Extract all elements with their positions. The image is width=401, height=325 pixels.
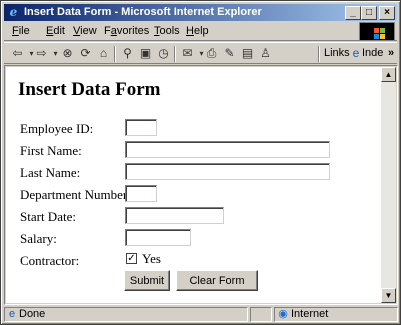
vertical-scrollbar[interactable]: ▲ ▼ xyxy=(381,67,396,303)
department-number-label: Department Number: xyxy=(20,187,131,202)
department-number-field[interactable] xyxy=(125,185,157,202)
contractor-label: Contractor: xyxy=(20,253,80,268)
toolbar-separator xyxy=(174,46,176,62)
toolbar-more-icon[interactable]: » xyxy=(388,47,394,59)
status-progress-cell xyxy=(250,307,272,322)
menu-bar: File Edit View Favorites Tools Help xyxy=(4,22,397,41)
messenger-icon[interactable]: ♙ xyxy=(258,46,273,61)
employee-id-label: Employee ID: xyxy=(20,121,94,136)
discuss-icon[interactable]: ▤ xyxy=(240,46,255,61)
menu-favorites[interactable]: Favorites xyxy=(104,25,149,37)
edit-icon[interactable]: ✎ xyxy=(222,46,237,61)
menu-edit[interactable]: Edit xyxy=(46,25,65,37)
ie-logo-icon: e xyxy=(9,5,18,19)
menu-view[interactable]: View xyxy=(73,25,97,37)
submit-button[interactable]: Submit xyxy=(124,270,170,291)
internet-zone-icon: ◉ xyxy=(278,308,288,320)
toolbar-separator xyxy=(318,46,320,62)
clear-form-button[interactable]: Clear Form xyxy=(176,270,258,291)
contractor-yes-label: Yes xyxy=(142,251,161,266)
salary-label: Salary: xyxy=(20,231,57,246)
title-bar[interactable]: e Insert Data Form - Microsoft Internet … xyxy=(4,4,397,21)
refresh-icon[interactable]: ⟳ xyxy=(78,46,93,61)
page-content: Insert Data Form Employee ID: First Name… xyxy=(6,67,381,303)
scroll-up-icon[interactable]: ▲ xyxy=(381,67,396,82)
print-icon[interactable]: ⎙ xyxy=(204,46,219,61)
search-icon[interactable]: ⚲ xyxy=(120,46,135,61)
status-bar: e Done ◉ Internet xyxy=(4,306,398,323)
link-inde[interactable]: Inde xyxy=(362,47,383,59)
toolbar: ⇦ ▾ ⇨ ▾ ⊗ ⟳ ⌂ ⚲ ▣ ◷ ✉ ▾ ⎙ ✎ ▤ ♙ Links e … xyxy=(4,42,397,64)
page-viewport: Insert Data Form Employee ID: First Name… xyxy=(4,65,398,305)
window-title: Insert Data Form - Microsoft Internet Ex… xyxy=(24,6,262,18)
menu-tools[interactable]: Tools xyxy=(154,25,180,37)
contractor-checkbox[interactable]: ✓ xyxy=(126,253,137,264)
maximize-button[interactable]: □ xyxy=(361,6,377,20)
toolbar-separator xyxy=(114,46,116,62)
menu-file[interactable]: File xyxy=(12,25,30,37)
status-text-cell: e Done xyxy=(4,307,248,322)
first-name-label: First Name: xyxy=(20,143,82,158)
forward-icon[interactable]: ⇨ xyxy=(34,46,49,61)
first-name-field[interactable] xyxy=(125,141,330,158)
status-zone-cell: ◉ Internet xyxy=(274,307,398,322)
last-name-label: Last Name: xyxy=(20,165,81,180)
home-icon[interactable]: ⌂ xyxy=(96,46,111,61)
favorites-icon[interactable]: ▣ xyxy=(138,46,153,61)
menu-help[interactable]: Help xyxy=(186,25,209,37)
windows-logo-icon xyxy=(359,22,395,41)
minimize-button[interactable]: _ xyxy=(345,6,361,20)
last-name-field[interactable] xyxy=(125,163,330,180)
start-date-field[interactable] xyxy=(125,207,224,224)
stop-icon[interactable]: ⊗ xyxy=(60,46,75,61)
start-date-label: Start Date: xyxy=(20,209,76,224)
history-icon[interactable]: ◷ xyxy=(156,46,171,61)
mail-icon[interactable]: ✉ xyxy=(180,46,195,61)
close-button[interactable]: × xyxy=(379,6,395,20)
status-zone: Internet xyxy=(291,308,329,320)
scroll-down-icon[interactable]: ▼ xyxy=(381,288,396,303)
salary-field[interactable] xyxy=(125,229,191,246)
page-title: Insert Data Form xyxy=(18,79,161,100)
status-text: Done xyxy=(19,308,46,320)
page-done-icon: e xyxy=(8,308,16,320)
links-label[interactable]: Links xyxy=(324,47,350,59)
back-icon[interactable]: ⇦ xyxy=(10,46,25,61)
browser-window: e Insert Data Form - Microsoft Internet … xyxy=(0,0,401,325)
employee-id-field[interactable] xyxy=(125,119,157,136)
ie-page-icon: e xyxy=(352,46,360,60)
